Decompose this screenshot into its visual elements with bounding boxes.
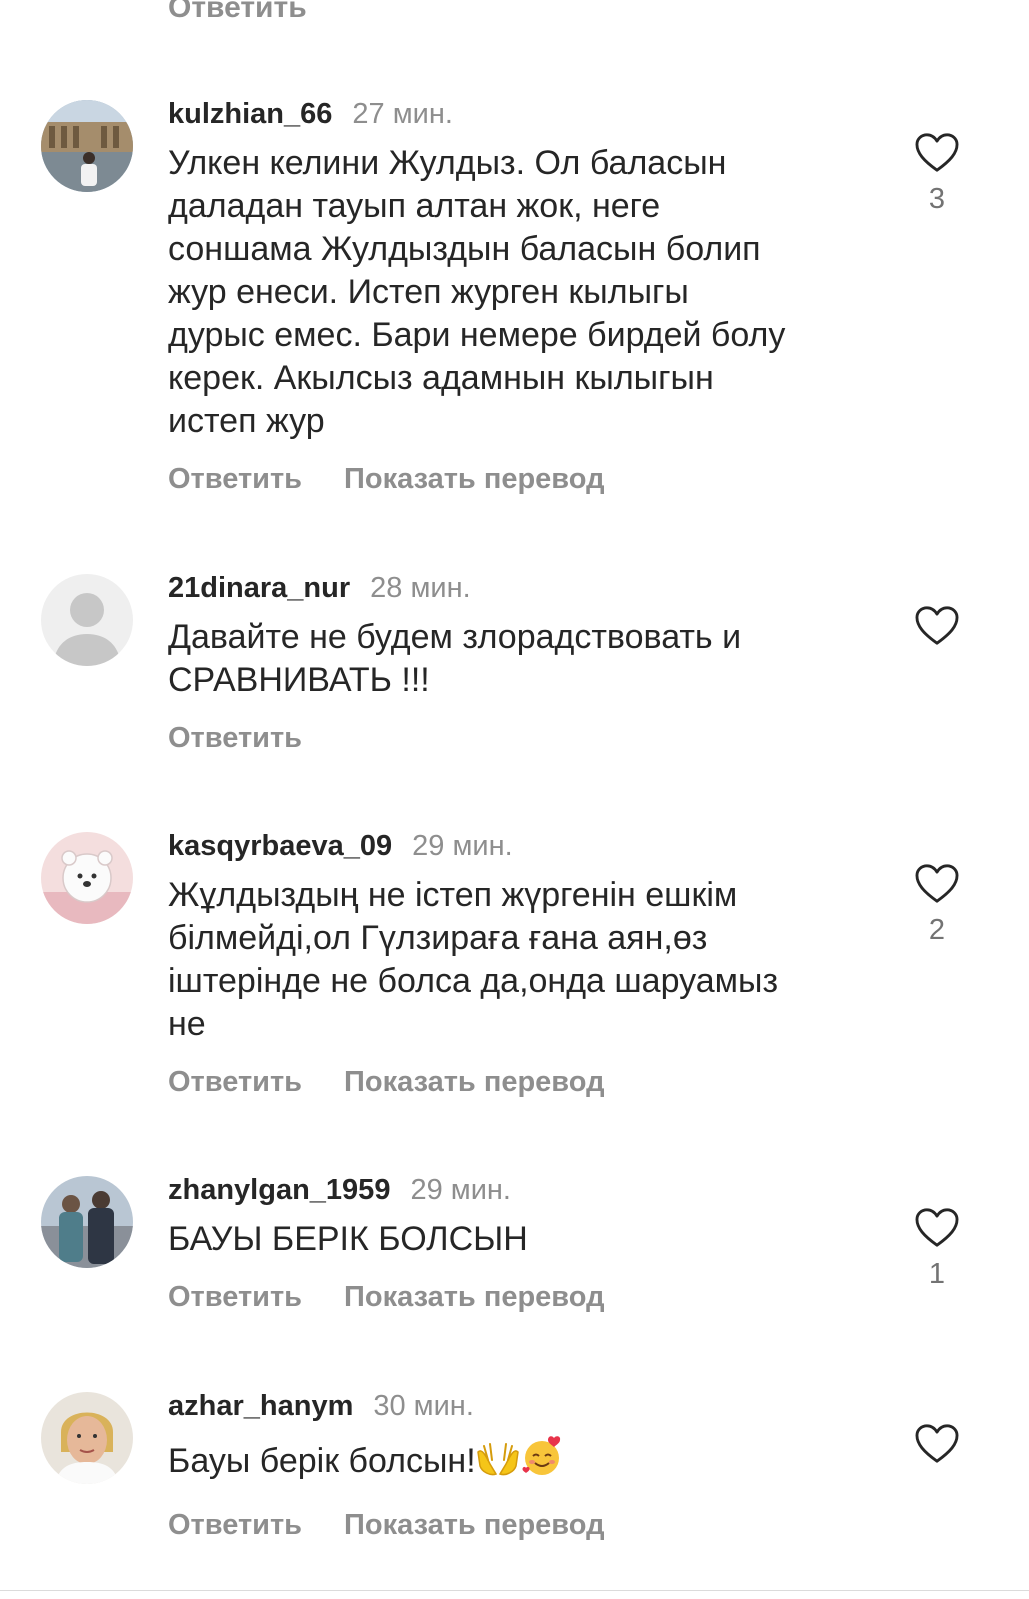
avatar-photo-landscape (41, 100, 133, 192)
comment-time: 27 мин. (352, 98, 453, 130)
like-count: 2 (928, 914, 946, 946)
avatar[interactable] (41, 1176, 133, 1268)
avatar[interactable] (41, 832, 133, 924)
default-avatar-icon (41, 574, 133, 666)
avatar-photo-woman (41, 1392, 133, 1484)
reply-button[interactable]: Ответить (168, 0, 307, 26)
divider (0, 1590, 1029, 1591)
reply-button[interactable]: Ответить (168, 1062, 302, 1102)
show-translation-button[interactable]: Показать перевод (344, 1277, 604, 1317)
username[interactable]: kulzhian_66 (168, 94, 332, 134)
like-button[interactable]: 2 (914, 863, 960, 945)
comment-text-content: Бауы берік болсын! (168, 1442, 476, 1480)
avatar[interactable] (41, 100, 133, 192)
like-button[interactable]: 1 (914, 1207, 960, 1289)
like-button[interactable] (914, 1423, 960, 1465)
heart-outline-icon (915, 133, 959, 172)
comment-time: 30 мин. (373, 1390, 474, 1422)
avatar-cartoon-bear (41, 832, 133, 924)
username[interactable]: azhar_hanym (168, 1386, 353, 1426)
like-button[interactable] (914, 605, 960, 647)
heart-outline-icon (915, 864, 959, 903)
heart-outline-icon (915, 606, 959, 645)
username[interactable]: kasqyrbaeva_09 (168, 826, 392, 866)
comment-text: Бауы берік болсын! (168, 1434, 868, 1489)
like-button[interactable]: 3 (914, 132, 960, 214)
show-translation-button[interactable]: Показать перевод (344, 1505, 604, 1545)
comment-time: 28 мин. (370, 572, 471, 604)
like-count: 1 (928, 1258, 946, 1290)
show-translation-button[interactable]: Показать перевод (344, 459, 604, 499)
comment-time: 29 мин. (410, 1174, 511, 1206)
comment-time: 29 мин. (412, 830, 513, 862)
heart-outline-icon (915, 1208, 959, 1247)
comment-text: БАУЫ БЕРІК БОЛСЫН (168, 1220, 528, 1258)
username[interactable]: 21dinara_nur (168, 568, 350, 608)
avatar[interactable] (41, 1392, 133, 1484)
reply-button[interactable]: Ответить (168, 1277, 302, 1317)
comment-text: Улкен келини Жулдыз. Ол баласын даладан … (168, 144, 786, 440)
reply-button[interactable]: Ответить (168, 459, 302, 499)
like-count: 3 (928, 183, 946, 215)
comment-text: Давайте не будем злорадствовать и СРАВНИ… (168, 618, 742, 699)
reply-button[interactable]: Ответить (168, 1505, 302, 1545)
comment-text: Жұлдыздың не істеп жүргенін ешкім білмей… (168, 876, 779, 1043)
reply-button[interactable]: Ответить (168, 718, 302, 758)
username[interactable]: zhanylgan_1959 (168, 1170, 390, 1210)
avatar-photo-couple (41, 1176, 133, 1268)
heart-outline-icon (915, 1424, 959, 1463)
show-translation-button[interactable]: Показать перевод (344, 1062, 604, 1102)
avatar[interactable] (41, 574, 133, 666)
smiling-face-with-hearts-emoji (520, 1434, 564, 1489)
palms-up-together-emoji (476, 1440, 520, 1489)
